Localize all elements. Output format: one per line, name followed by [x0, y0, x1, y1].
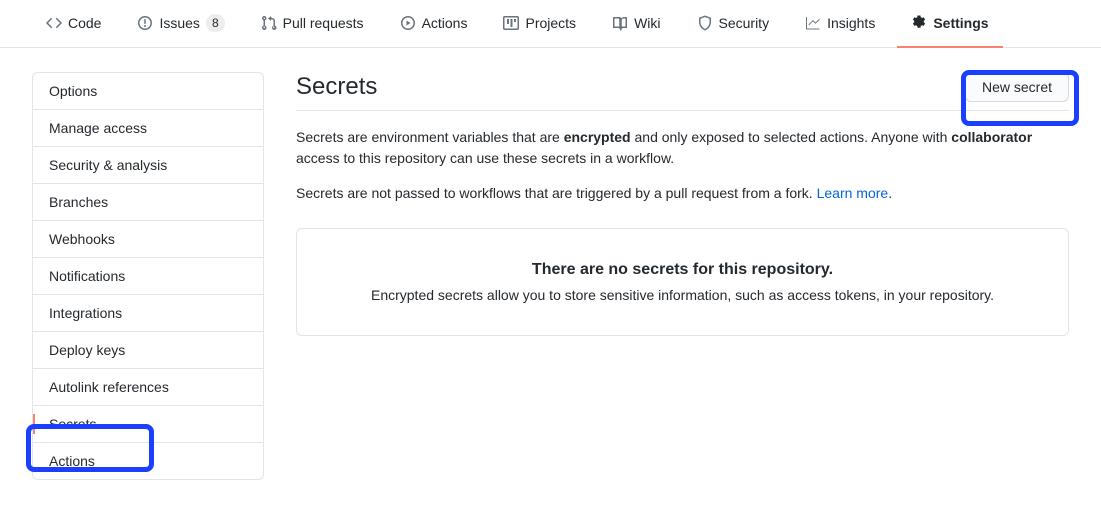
sidebar-item-label: Autolink references: [49, 379, 169, 395]
sidebar-item-label: Notifications: [49, 268, 125, 284]
sidebar-item-deploy-keys[interactable]: Deploy keys: [33, 332, 263, 369]
tab-code[interactable]: Code: [32, 0, 115, 48]
sidebar-item-secrets[interactable]: Secrets: [33, 406, 263, 443]
sidebar-item-security-analysis[interactable]: Security & analysis: [33, 147, 263, 184]
description-1: Secrets are environment variables that a…: [296, 127, 1069, 169]
tab-label: Code: [68, 8, 101, 38]
new-secret-button[interactable]: New secret: [965, 72, 1069, 102]
tab-pull-requests[interactable]: Pull requests: [247, 0, 378, 48]
sidebar-item-label: Branches: [49, 194, 108, 210]
subhead: Secrets New secret: [296, 72, 1069, 111]
sidebar-item-actions[interactable]: Actions: [33, 443, 263, 479]
sidebar-item-label: Secrets: [49, 416, 96, 432]
tab-actions[interactable]: Actions: [386, 0, 482, 48]
sidebar-item-options[interactable]: Options: [33, 73, 263, 110]
tab-label: Security: [719, 8, 770, 38]
graph-icon: [805, 15, 821, 31]
issues-count: 8: [206, 14, 225, 32]
tab-projects[interactable]: Projects: [489, 0, 590, 48]
settings-sidebar: Options Manage access Security & analysi…: [32, 72, 264, 480]
repo-nav: Code Issues 8 Pull requests Actions Proj…: [0, 0, 1101, 48]
sidebar-item-label: Options: [49, 83, 97, 99]
tab-label: Pull requests: [283, 8, 364, 38]
settings-container: Options Manage access Security & analysi…: [0, 48, 1101, 504]
tab-security[interactable]: Security: [683, 0, 784, 48]
gear-icon: [911, 15, 927, 31]
sidebar-item-label: Actions: [49, 453, 95, 469]
play-icon: [400, 15, 416, 31]
project-icon: [503, 15, 519, 31]
tab-label: Issues: [159, 8, 199, 38]
sidebar-item-notifications[interactable]: Notifications: [33, 258, 263, 295]
book-icon: [612, 15, 628, 31]
tab-insights[interactable]: Insights: [791, 0, 889, 48]
sidebar-item-integrations[interactable]: Integrations: [33, 295, 263, 332]
tab-issues[interactable]: Issues 8: [123, 0, 238, 48]
secrets-panel: Secrets New secret Secrets are environme…: [296, 72, 1069, 336]
learn-more-link[interactable]: Learn more: [817, 185, 889, 201]
description-2: Secrets are not passed to workflows that…: [296, 183, 1069, 204]
blankslate-title: There are no secrets for this repository…: [329, 261, 1036, 279]
sidebar-item-label: Manage access: [49, 120, 147, 136]
sidebar-item-webhooks[interactable]: Webhooks: [33, 221, 263, 258]
tab-label: Wiki: [634, 8, 660, 38]
sidebar-item-label: Webhooks: [49, 231, 115, 247]
issue-icon: [137, 15, 153, 31]
sidebar-item-label: Deploy keys: [49, 342, 125, 358]
sidebar-item-manage-access[interactable]: Manage access: [33, 110, 263, 147]
sidebar-item-branches[interactable]: Branches: [33, 184, 263, 221]
code-icon: [46, 15, 62, 31]
blankslate-body: Encrypted secrets allow you to store sen…: [329, 287, 1036, 303]
page-title: Secrets: [296, 73, 377, 101]
shield-icon: [697, 15, 713, 31]
blankslate: There are no secrets for this repository…: [296, 228, 1069, 336]
tab-settings[interactable]: Settings: [897, 0, 1002, 48]
tab-label: Actions: [422, 8, 468, 38]
git-pull-request-icon: [261, 15, 277, 31]
tab-label: Insights: [827, 8, 875, 38]
sidebar-item-label: Integrations: [49, 305, 122, 321]
tab-label: Settings: [933, 8, 988, 38]
tab-label: Projects: [525, 8, 576, 38]
sidebar-item-autolink-references[interactable]: Autolink references: [33, 369, 263, 406]
tab-wiki[interactable]: Wiki: [598, 0, 674, 48]
sidebar-item-label: Security & analysis: [49, 157, 167, 173]
